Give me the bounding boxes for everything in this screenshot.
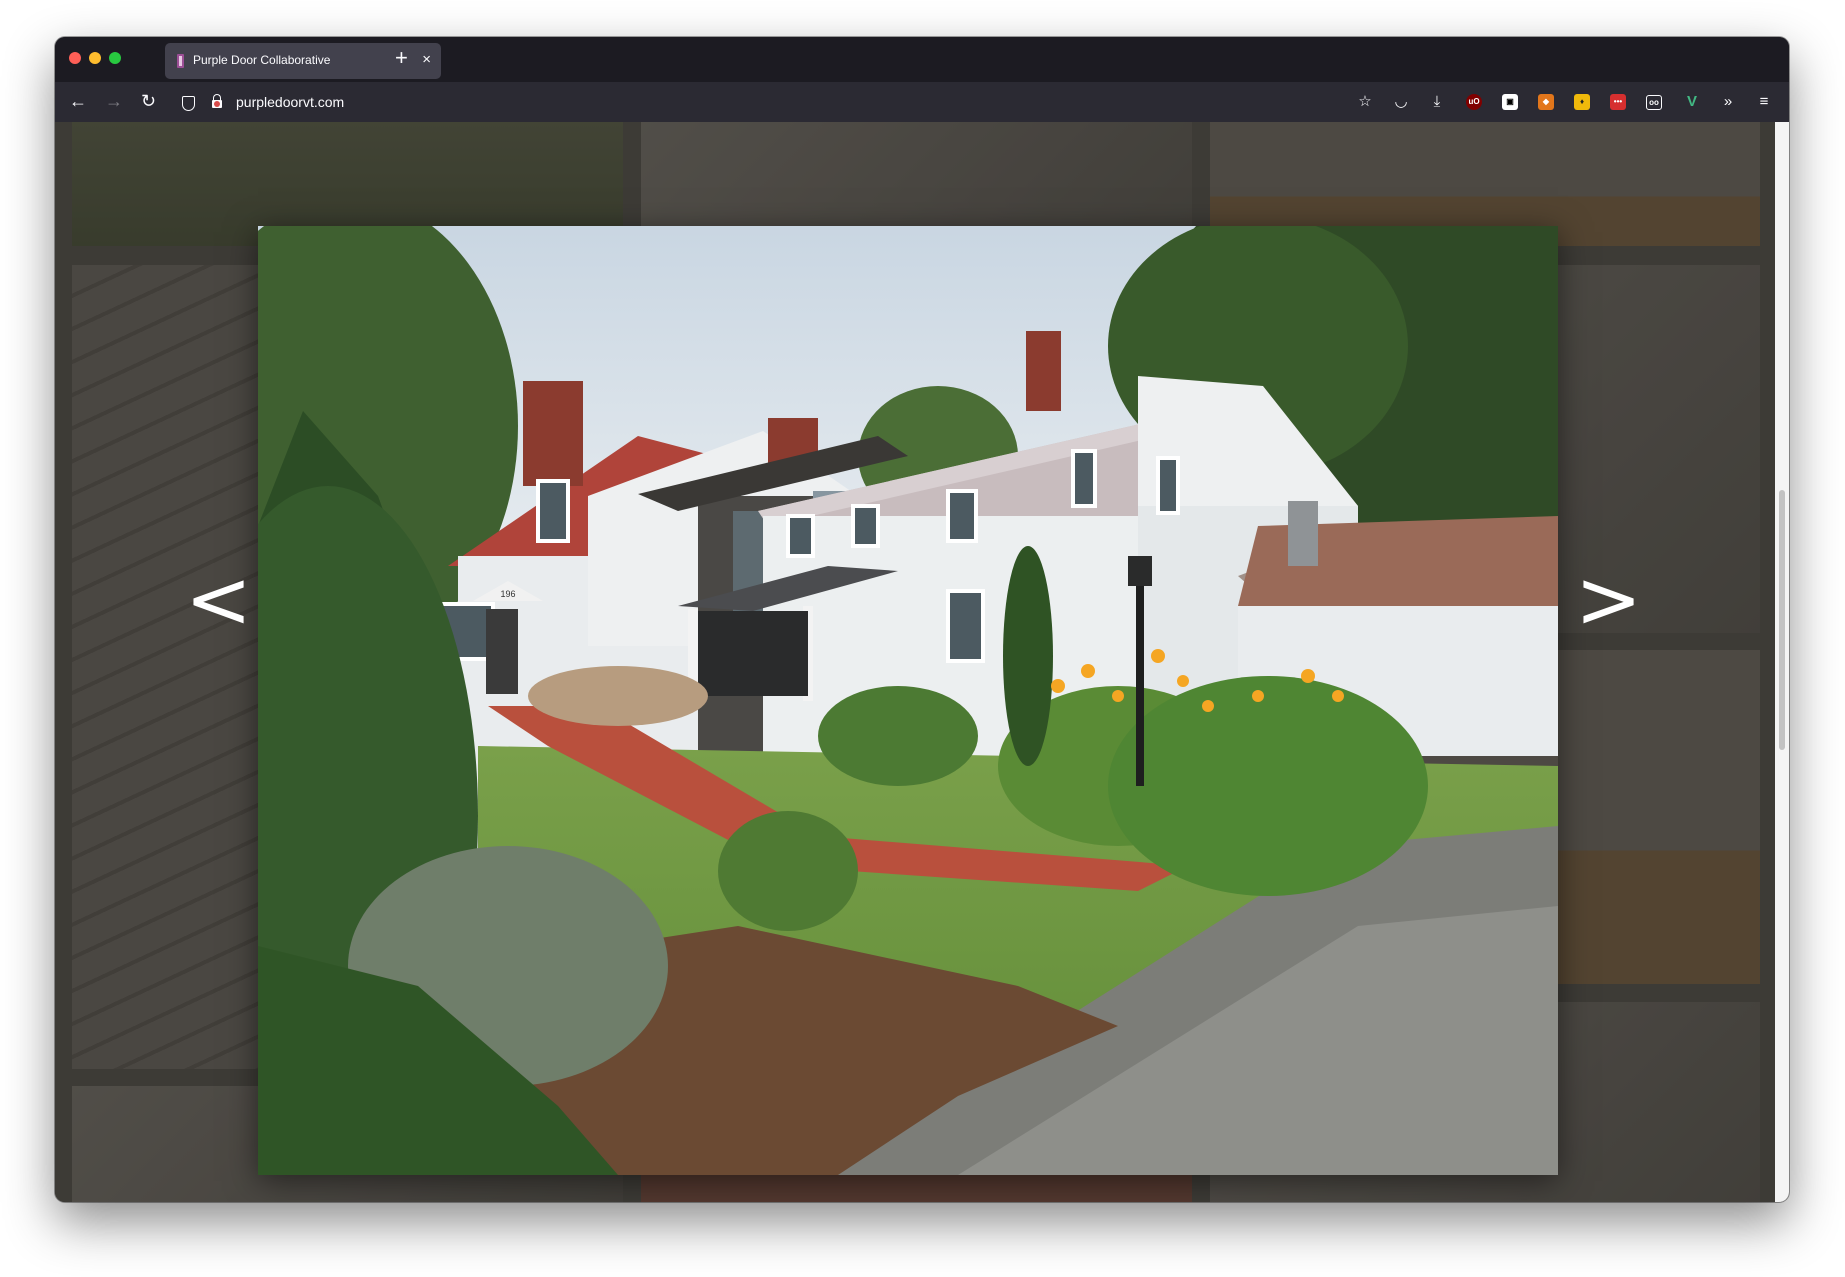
- favicon-icon: [177, 54, 184, 68]
- menu-icon[interactable]: ≡: [1754, 92, 1774, 112]
- scrollbar-thumb[interactable]: [1779, 490, 1785, 750]
- ublock-icon[interactable]: uO: [1466, 94, 1482, 110]
- scrollbar[interactable]: [1775, 122, 1789, 1202]
- next-image-button[interactable]: >: [1575, 560, 1642, 640]
- bookmark-star-icon[interactable]: ☆: [1355, 92, 1375, 112]
- vue-devtools-icon[interactable]: V: [1682, 92, 1702, 112]
- download-icon[interactable]: ⤓: [1427, 92, 1447, 112]
- address-bar[interactable]: [175, 85, 1395, 119]
- lock-icon[interactable]: [212, 94, 222, 108]
- navigation-bar: ← → ↻ purpledoorvt.com ☆ ◡ ⤓ uO ▣ ◆ ♦ ••…: [55, 82, 1789, 122]
- minimize-window-button[interactable]: [89, 52, 101, 64]
- new-tab-button[interactable]: +: [395, 45, 408, 71]
- close-window-button[interactable]: [69, 52, 81, 64]
- tab-title: Purple Door Collaborative: [193, 53, 331, 67]
- previous-image-button[interactable]: <: [185, 560, 252, 640]
- overflow-icon[interactable]: »: [1718, 92, 1738, 112]
- lightbox-image: 196: [258, 226, 1558, 1175]
- pocket-icon[interactable]: ◡: [1391, 92, 1411, 112]
- close-icon[interactable]: ×: [422, 51, 431, 69]
- zoom-window-button[interactable]: [109, 52, 121, 64]
- reload-button[interactable]: ↻: [141, 90, 156, 112]
- metamask-icon[interactable]: ◆: [1538, 94, 1554, 110]
- extension-icon[interactable]: ▣: [1502, 94, 1518, 110]
- extension-icon[interactable]: ♦: [1574, 94, 1590, 110]
- url-text[interactable]: purpledoorvt.com: [236, 94, 344, 110]
- back-button[interactable]: ←: [69, 90, 87, 112]
- house-number: 196: [500, 589, 515, 599]
- extension-icon[interactable]: oo: [1646, 95, 1662, 110]
- forward-button[interactable]: →: [105, 90, 123, 112]
- tab-strip: Purple Door Collaborative × +: [55, 37, 1789, 82]
- browser-window: Purple Door Collaborative × + ← → ↻ purp…: [55, 37, 1789, 1202]
- tracking-protection-icon[interactable]: [182, 96, 195, 111]
- page-content: 196 < >: [55, 122, 1789, 1202]
- extension-icon[interactable]: •••: [1610, 94, 1626, 110]
- house-photo: 196: [258, 226, 1558, 1175]
